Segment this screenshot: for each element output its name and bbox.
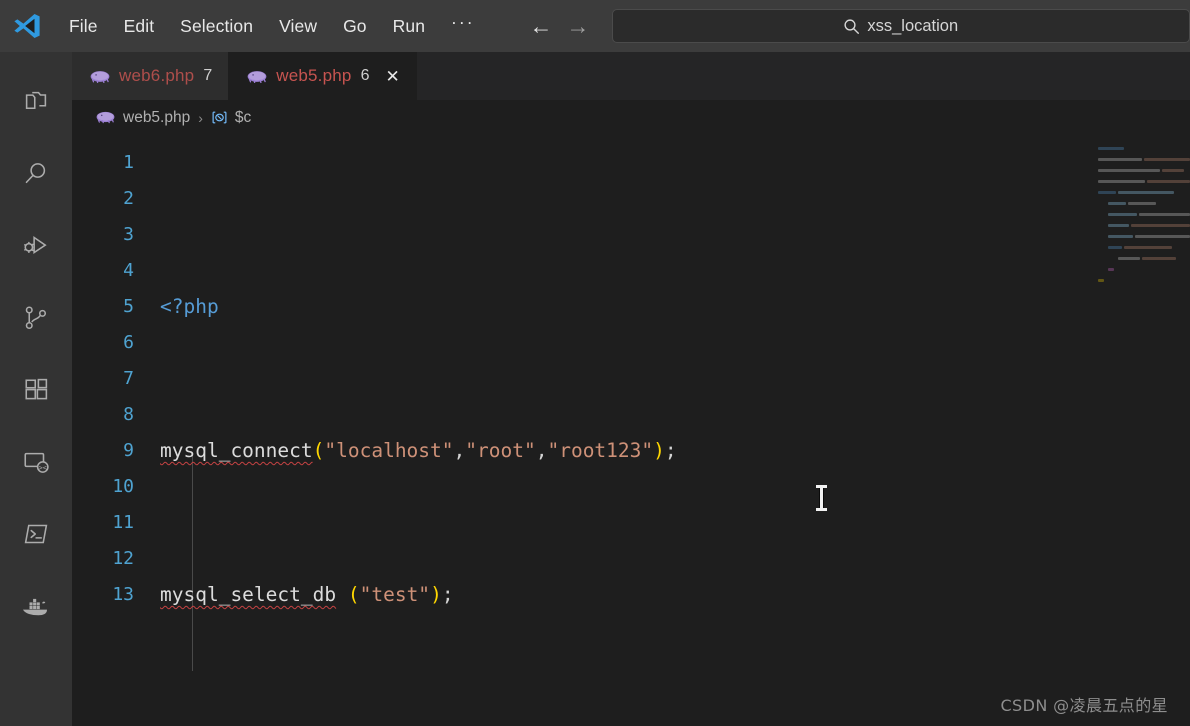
line-number: 6 [123,332,134,353]
code-line-3: mysql_select_db ("test"); [160,583,454,606]
files-icon [21,87,51,117]
sidebar-item-search[interactable] [0,138,72,210]
menu-item-selection[interactable]: Selection [167,11,266,42]
line-number: 7 [123,368,134,389]
source-control-icon [21,303,51,333]
line-number-gutter: 1 2 3 4 5 6 7 8 9 10 11 12 13 [72,135,144,726]
search-input[interactable]: xss_location [867,17,958,36]
go-forward-icon[interactable]: → [567,14,590,38]
sidebar-item-extensions[interactable] [0,354,72,426]
line-number: 5 [123,296,134,317]
code-line-1: <?php [160,295,219,318]
menu-bar: File Edit Selection View Go Run ··· [56,10,488,43]
menu-item-edit[interactable]: Edit [111,11,168,42]
terminal-icon [21,519,51,549]
sidebar-item-run-and-debug[interactable] [0,210,72,282]
editor-area: web6.php 7 web5.php 6 ✕ web5.php › $c 1 … [72,52,1190,726]
variable-symbol-icon [211,109,228,126]
editor-tab-bar: web6.php 7 web5.php 6 ✕ [72,52,1190,100]
indent-guide [192,455,193,671]
workbench-body: >< web6.php 7 web5.php 6 ✕ web5.php › $c… [0,52,1190,726]
vscode-logo [10,9,44,43]
navigation-arrows: ← → [530,14,590,38]
editor-tab-web5[interactable]: web5.php 6 ✕ [229,52,417,100]
sidebar-item-docker[interactable] [0,570,72,642]
search-icon [843,18,860,35]
sidebar-item-source-control[interactable] [0,282,72,354]
remote-explorer-icon: >< [21,447,51,477]
command-center-search[interactable]: xss_location [611,9,1190,43]
line-number: 8 [123,404,134,425]
line-number: 9 [123,440,134,461]
menu-item-file[interactable]: File [56,11,111,42]
breadcrumb-separator: › [198,109,203,126]
tab-label: web5.php [276,66,352,85]
search-icon [21,159,51,189]
tab-label: web6.php [119,66,195,85]
activity-bar: >< [0,52,72,726]
mouse-pointer-ibeam [816,485,827,511]
tab-error-count: 6 [360,67,370,84]
close-icon[interactable]: ✕ [385,68,399,85]
debug-icon [21,231,51,261]
line-number: 2 [123,188,134,209]
php-icon [96,109,116,126]
line-number: 11 [112,512,134,533]
line-number: 4 [123,260,134,281]
line-number: 13 [112,584,134,605]
extensions-icon [21,375,51,405]
breadcrumb-symbol[interactable]: $c [235,109,251,127]
title-bar: File Edit Selection View Go Run ··· ← → … [0,0,1190,52]
menu-overflow-button[interactable]: ··· [438,10,487,43]
code-line-4: mysql_query("set names utf8"); [160,721,1190,726]
editor-tab-web6[interactable]: web6.php 7 [72,52,230,100]
svg-text:><: >< [39,464,47,472]
sidebar-item-remote-explorer[interactable]: >< [0,426,72,498]
watermark-text: CSDN @凌晨五点的星 [1000,696,1168,715]
line-number: 10 [112,476,134,497]
line-number: 1 [123,152,134,173]
menu-item-go[interactable]: Go [330,11,380,42]
php-icon [90,68,110,85]
go-back-icon[interactable]: ← [530,14,553,38]
docker-icon [20,592,52,620]
code-line-2: mysql_connect("localhost","root","root12… [160,439,677,462]
tab-error-count: 7 [203,67,213,84]
breadcrumb-file[interactable]: web5.php [123,109,190,127]
sidebar-item-explorer[interactable] [0,66,72,138]
breadcrumb: web5.php › $c [72,100,1190,135]
menu-item-run[interactable]: Run [380,11,438,42]
code-content[interactable]: <?php mysql_connect("localhost","root","… [144,135,1190,726]
menu-item-view[interactable]: View [266,11,330,42]
line-number: 3 [123,224,134,245]
sidebar-item-terminal[interactable] [0,498,72,570]
php-icon [247,68,267,85]
line-number: 12 [112,548,134,569]
code-editor[interactable]: 1 2 3 4 5 6 7 8 9 10 11 12 13 <?php mysq… [72,135,1190,726]
